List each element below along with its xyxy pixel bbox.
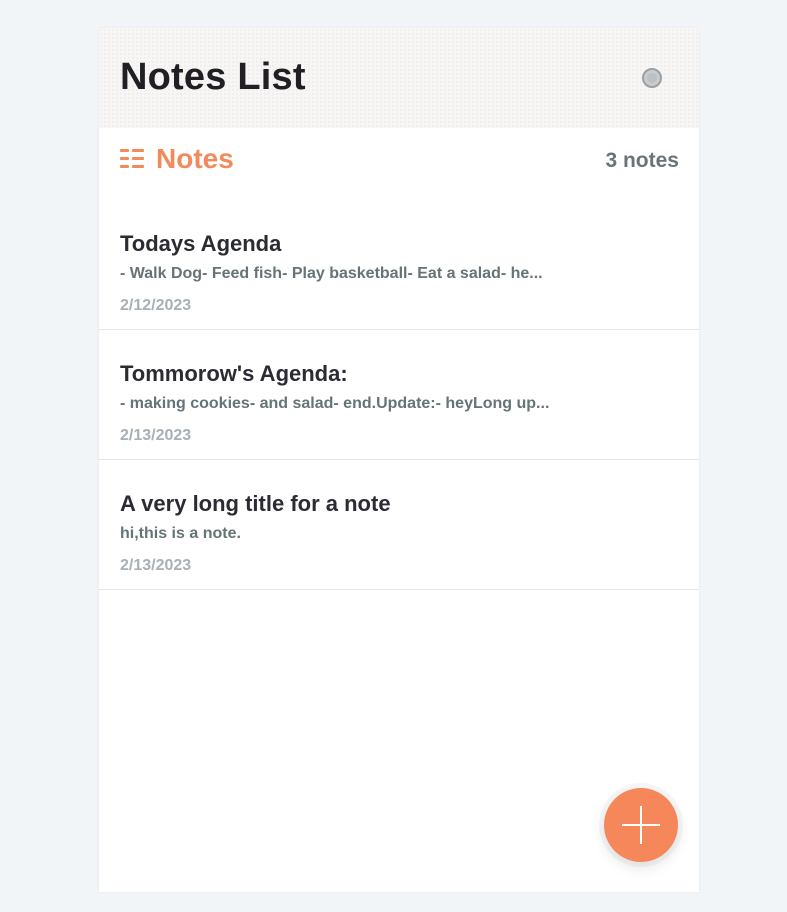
- note-count: 3 notes: [605, 149, 679, 172]
- top-bar: Notes List: [99, 28, 699, 128]
- note-item[interactable]: Todays Agenda - Walk Dog- Feed fish- Pla…: [99, 200, 699, 330]
- add-note-button[interactable]: [604, 788, 678, 862]
- plus-icon: [622, 806, 660, 844]
- notes-list: Todays Agenda - Walk Dog- Feed fish- Pla…: [99, 200, 699, 590]
- note-item[interactable]: A very long title for a note hi,this is …: [99, 460, 699, 590]
- theme-toggle-icon[interactable]: [642, 68, 662, 88]
- note-title: Todays Agenda: [120, 231, 282, 256]
- page-title: Notes List: [120, 56, 306, 98]
- note-preview: - making cookies- and salad- end.Update:…: [120, 395, 550, 412]
- notes-app: Notes List Notes 3 notes Todays Agenda -…: [99, 28, 699, 892]
- note-date: 2/12/2023: [120, 297, 192, 314]
- note-preview: hi,this is a note.: [120, 525, 241, 542]
- section-label: Notes: [156, 143, 234, 174]
- note-title: Tommorow's Agenda:: [120, 361, 348, 386]
- note-date: 2/13/2023: [120, 427, 192, 444]
- note-preview: - Walk Dog- Feed fish- Play basketball- …: [120, 265, 543, 282]
- note-date: 2/13/2023: [120, 557, 192, 574]
- list-icon: [120, 149, 144, 169]
- note-title: A very long title for a note: [120, 491, 391, 516]
- note-item[interactable]: Tommorow's Agenda: - making cookies- and…: [99, 330, 699, 460]
- notes-section-header: Notes 3 notes: [99, 128, 699, 192]
